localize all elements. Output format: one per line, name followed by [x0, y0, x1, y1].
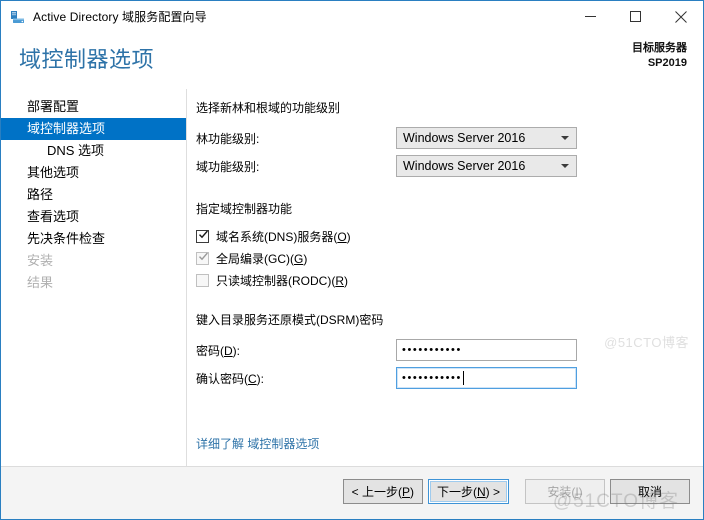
dc-capability-row-1: 全局编录(GC)(G)	[196, 249, 687, 268]
learn-more-link[interactable]: 详细了解 域控制器选项	[196, 435, 319, 452]
domain-functional-level-value: Windows Server 2016	[403, 159, 526, 173]
checkbox-0[interactable]	[196, 230, 209, 243]
dsrm-password-field[interactable]: •••••••••••	[396, 339, 577, 361]
dsrm-heading: 键入目录服务还原模式(DSRM)密码	[196, 313, 384, 327]
sidebar-item-2[interactable]: DNS 选项	[1, 140, 186, 162]
dc-capability-label-0: 域名系统(DNS)服务器(O)	[216, 230, 351, 244]
dsrm-confirm-label: 确认密码(C):	[196, 371, 265, 386]
dsrm-password-row: 密码(D): •••••••••••	[196, 338, 687, 362]
check-icon	[198, 252, 208, 261]
dsrm-confirm-field[interactable]: •••••••••••	[396, 367, 577, 389]
sidebar-item-0[interactable]: 部署配置	[1, 96, 186, 118]
minimize-button[interactable]	[568, 1, 613, 32]
target-server-label: 目标服务器	[632, 42, 687, 54]
forest-functional-level-select[interactable]: Windows Server 2016	[396, 127, 577, 149]
dsrm-password-value: •••••••••••	[402, 344, 462, 356]
title-bar: Active Directory 域服务配置向导	[1, 1, 703, 32]
install-button: 安装(I)	[525, 479, 605, 504]
previous-button[interactable]: < 上一步(P)	[342, 479, 423, 504]
dc-capability-label-2: 只读域控制器(RODC)(R)	[216, 274, 348, 288]
dsrm-confirm-value: •••••••••••	[402, 372, 462, 384]
dsrm-password-label: 密码(D):	[196, 343, 241, 358]
next-button[interactable]: 下一步(N) >	[427, 479, 509, 504]
cancel-button[interactable]: 取消	[610, 479, 690, 504]
sidebar-item-8: 结果	[27, 275, 54, 290]
target-server-name: SP2019	[647, 57, 687, 69]
dc-capability-label-1: 全局编录(GC)(G)	[216, 252, 308, 266]
page-header: 域控制器选项 目标服务器 SP2019	[1, 32, 703, 89]
footer-buttons: < 上一步(P) 下一步(N) > 安装(I) 取消	[342, 479, 690, 504]
forest-functional-level-value: Windows Server 2016	[403, 131, 526, 145]
target-server: 目标服务器 SP2019	[632, 41, 687, 71]
footer-bar: < 上一步(P) 下一步(N) > 安装(I) 取消 @51CTO博客	[1, 466, 703, 519]
dsrm-confirm-row: 确认密码(C): •••••••••••	[196, 366, 687, 390]
forest-functional-level-row: 林功能级别: Windows Server 2016	[196, 126, 687, 150]
body-area: 部署配置 域控制器选项 DNS 选项 其他选项 路径 查看选项 先决条件检查安装结果 选择新…	[1, 89, 703, 466]
domain-functional-level-select[interactable]: Windows Server 2016	[396, 155, 577, 177]
dc-capability-row-0[interactable]: 域名系统(DNS)服务器(O)	[196, 227, 687, 246]
chevron-down-icon	[561, 136, 569, 140]
text-caret	[462, 371, 464, 385]
domain-functional-level-row: 域功能级别: Windows Server 2016	[196, 154, 687, 178]
checkbox-2	[196, 274, 209, 287]
dc-capabilities-heading: 指定域控制器功能	[196, 202, 293, 216]
chevron-down-icon	[561, 164, 569, 168]
maximize-button[interactable]	[613, 1, 658, 32]
checkbox-1	[196, 252, 209, 265]
sidebar-item-1[interactable]: 域控制器选项	[1, 118, 186, 140]
sidebar-item-5[interactable]: 查看选项	[1, 206, 186, 228]
wizard-steps-sidebar: 部署配置 域控制器选项 DNS 选项 其他选项 路径 查看选项 先决条件检查安装结果	[1, 89, 187, 466]
wizard-window: Active Directory 域服务配置向导 域控制器选项 目标服务器 SP…	[0, 0, 704, 520]
dc-capabilities-group: 域名系统(DNS)服务器(O) 全局编录(GC)(G) 只读域控制器(RODC)(R…	[196, 227, 687, 290]
sidebar-item-7: 安装	[27, 253, 54, 268]
functional-level-heading: 选择新林和根域的功能级别	[196, 101, 341, 115]
forest-functional-level-label: 林功能级别:	[196, 131, 260, 146]
main-content: 选择新林和根域的功能级别 林功能级别: Windows Server 2016 …	[188, 89, 703, 466]
dc-capability-row-2: 只读域控制器(RODC)(R)	[196, 271, 687, 290]
window-title: Active Directory 域服务配置向导	[33, 10, 207, 24]
window-controls	[568, 1, 703, 32]
close-button[interactable]	[658, 1, 703, 32]
domain-functional-level-label: 域功能级别:	[196, 159, 260, 174]
check-icon	[198, 230, 208, 239]
server-icon	[10, 9, 26, 25]
sidebar-item-4[interactable]: 路径	[1, 184, 186, 206]
sidebar-item-6[interactable]: 先决条件检查	[1, 228, 186, 250]
sidebar-item-3[interactable]: 其他选项	[1, 162, 186, 184]
page-title: 域控制器选项	[19, 47, 155, 72]
